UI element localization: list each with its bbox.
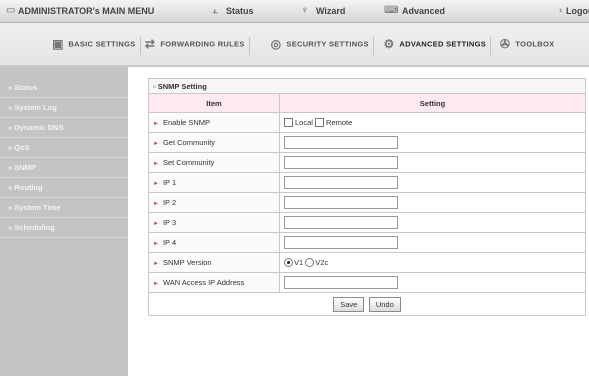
sidebar-item-status[interactable]: » Status	[0, 77, 128, 98]
remote-checkbox[interactable]	[315, 118, 325, 128]
category-tabs: ▣ BASIC SETTINGS ⇄ FORWARDING RULES ◎ SE…	[0, 23, 589, 67]
row-label: ► IP 1	[148, 172, 280, 193]
ip4-input[interactable]	[284, 236, 398, 249]
row-label: ► WAN Access IP Address	[148, 272, 280, 293]
status-icon: ⫠	[212, 5, 219, 16]
wizard-icon: ♆	[301, 5, 309, 16]
forwarding-rules-icon: ⇄	[144, 37, 156, 51]
snmp-v2c-label: V2c	[315, 257, 329, 267]
advanced-icon: ⌨	[384, 5, 399, 16]
logout-link[interactable]: Logou	[566, 6, 589, 16]
snmp-v1-label: V1	[294, 257, 304, 267]
local-checkbox[interactable]	[284, 118, 293, 128]
column-header-item: Item	[148, 93, 280, 113]
table-row: ► Get Community	[148, 132, 586, 153]
arrow-icon: ►	[153, 241, 159, 247]
snmp-v2c-radio[interactable]	[305, 258, 315, 268]
row-value	[279, 172, 586, 193]
sidebar-item-system-time[interactable]: » System Time	[0, 197, 128, 218]
row-label: ► Set Community	[148, 152, 280, 173]
basic-settings-icon: ▣	[52, 37, 64, 51]
set-community-input[interactable]	[284, 156, 398, 169]
row-value	[279, 152, 586, 173]
status-link[interactable]: Status	[226, 6, 254, 16]
arrow-icon: ►	[153, 181, 159, 187]
table-row: ► IP 1	[148, 172, 586, 193]
tab-advanced-settings[interactable]: ⚙ ADVANCED SETTINGS	[381, 37, 492, 55]
sidebar-item-scheduling[interactable]: » Scheduling	[0, 217, 128, 238]
arrow-icon: ►	[153, 141, 159, 147]
sidebar-item-snmp[interactable]: » SNMP	[0, 157, 128, 178]
ip2-input[interactable]	[284, 196, 398, 209]
table-row: ► WAN Access IP Address	[148, 272, 586, 293]
row-label: ► IP 2	[148, 192, 280, 213]
remote-label: Remote	[326, 117, 353, 127]
advanced-link[interactable]: Advanced	[402, 6, 445, 16]
table-row: ► IP 4	[148, 232, 586, 253]
toolbox-icon: ✇	[499, 37, 511, 51]
arrow-icon: ►	[153, 201, 159, 207]
column-header-setting: Setting	[279, 93, 586, 113]
button-cell: Save Undo	[148, 292, 586, 316]
button-row: Save Undo	[148, 292, 586, 316]
row-label: ► IP 3	[148, 212, 280, 233]
wan-access-ip-input[interactable]	[284, 276, 398, 289]
row-value: Local Remote	[279, 112, 586, 133]
table-row: ► IP 3	[148, 212, 586, 233]
sidebar-item-dynamic-dns[interactable]: » Dynamic DNS	[0, 117, 128, 138]
tab-forwarding-rules[interactable]: ⇄ FORWARDING RULES	[142, 37, 250, 55]
row-value	[279, 192, 586, 213]
arrow-icon: ►	[153, 261, 159, 267]
row-value	[279, 272, 586, 293]
tab-security-settings[interactable]: ◎ SECURITY SETTINGS	[268, 37, 374, 55]
advanced-settings-icon: ⚙	[383, 37, 395, 51]
main-menu-title: ADMINISTRATOR's MAIN MENU	[18, 6, 155, 16]
ip3-input[interactable]	[284, 216, 398, 229]
row-label: ► IP 4	[148, 232, 280, 253]
tab-toolbox[interactable]: ✇ TOOLBOX	[497, 37, 554, 55]
snmp-settings-panel: ▫ SNMP Setting Item Setting ► Enable SNMP…	[148, 78, 586, 316]
menu-icon: ▭	[6, 5, 16, 16]
table-row: ► Enable SNMP Local Remote	[148, 112, 586, 133]
logout-arrow-icon: ›	[559, 5, 563, 16]
table-row: ► Set Community	[148, 152, 586, 173]
ip1-input[interactable]	[284, 176, 398, 189]
security-settings-icon: ◎	[270, 37, 282, 51]
row-label: ► Enable SNMP	[148, 112, 280, 133]
arrow-icon: ►	[153, 221, 159, 227]
sidebar-item-qos[interactable]: » QoS	[0, 137, 128, 158]
local-label: Local	[295, 117, 313, 127]
tab-basic-settings[interactable]: ▣ BASIC SETTINGS	[50, 37, 141, 55]
top-menu-bar: ▭ ADMINISTRATOR's MAIN MENU ⫠ Status ♆ W…	[0, 0, 589, 23]
snmp-settings-table: ▫ SNMP Setting Item Setting ► Enable SNMP…	[148, 78, 586, 316]
table-row: ► SNMP Version V1 V2c	[148, 252, 586, 273]
arrow-icon: ►	[153, 161, 159, 167]
table-row: ► IP 2	[148, 192, 586, 213]
row-label: ► Get Community	[148, 132, 280, 153]
row-value: V1 V2c	[279, 252, 586, 273]
row-value	[279, 132, 586, 153]
row-label: ► SNMP Version	[148, 252, 280, 273]
row-value	[279, 212, 586, 233]
sidebar-item-routing[interactable]: » Routing	[0, 177, 128, 198]
panel-title: ▫ SNMP Setting	[148, 78, 586, 94]
snmp-v1-radio[interactable]	[284, 258, 293, 268]
arrow-icon: ►	[153, 121, 159, 127]
save-button[interactable]: Save	[333, 296, 365, 312]
sidebar: » Status » System Log » Dynamic DNS » Qo…	[0, 67, 128, 376]
arrow-icon: ►	[153, 281, 159, 287]
wizard-link[interactable]: Wizard	[316, 6, 345, 16]
row-value	[279, 232, 586, 253]
sidebar-item-system-log[interactable]: » System Log	[0, 97, 128, 118]
panel-title-icon: ▫	[153, 81, 156, 91]
get-community-input[interactable]	[284, 136, 398, 149]
undo-button[interactable]: Undo	[368, 296, 401, 312]
